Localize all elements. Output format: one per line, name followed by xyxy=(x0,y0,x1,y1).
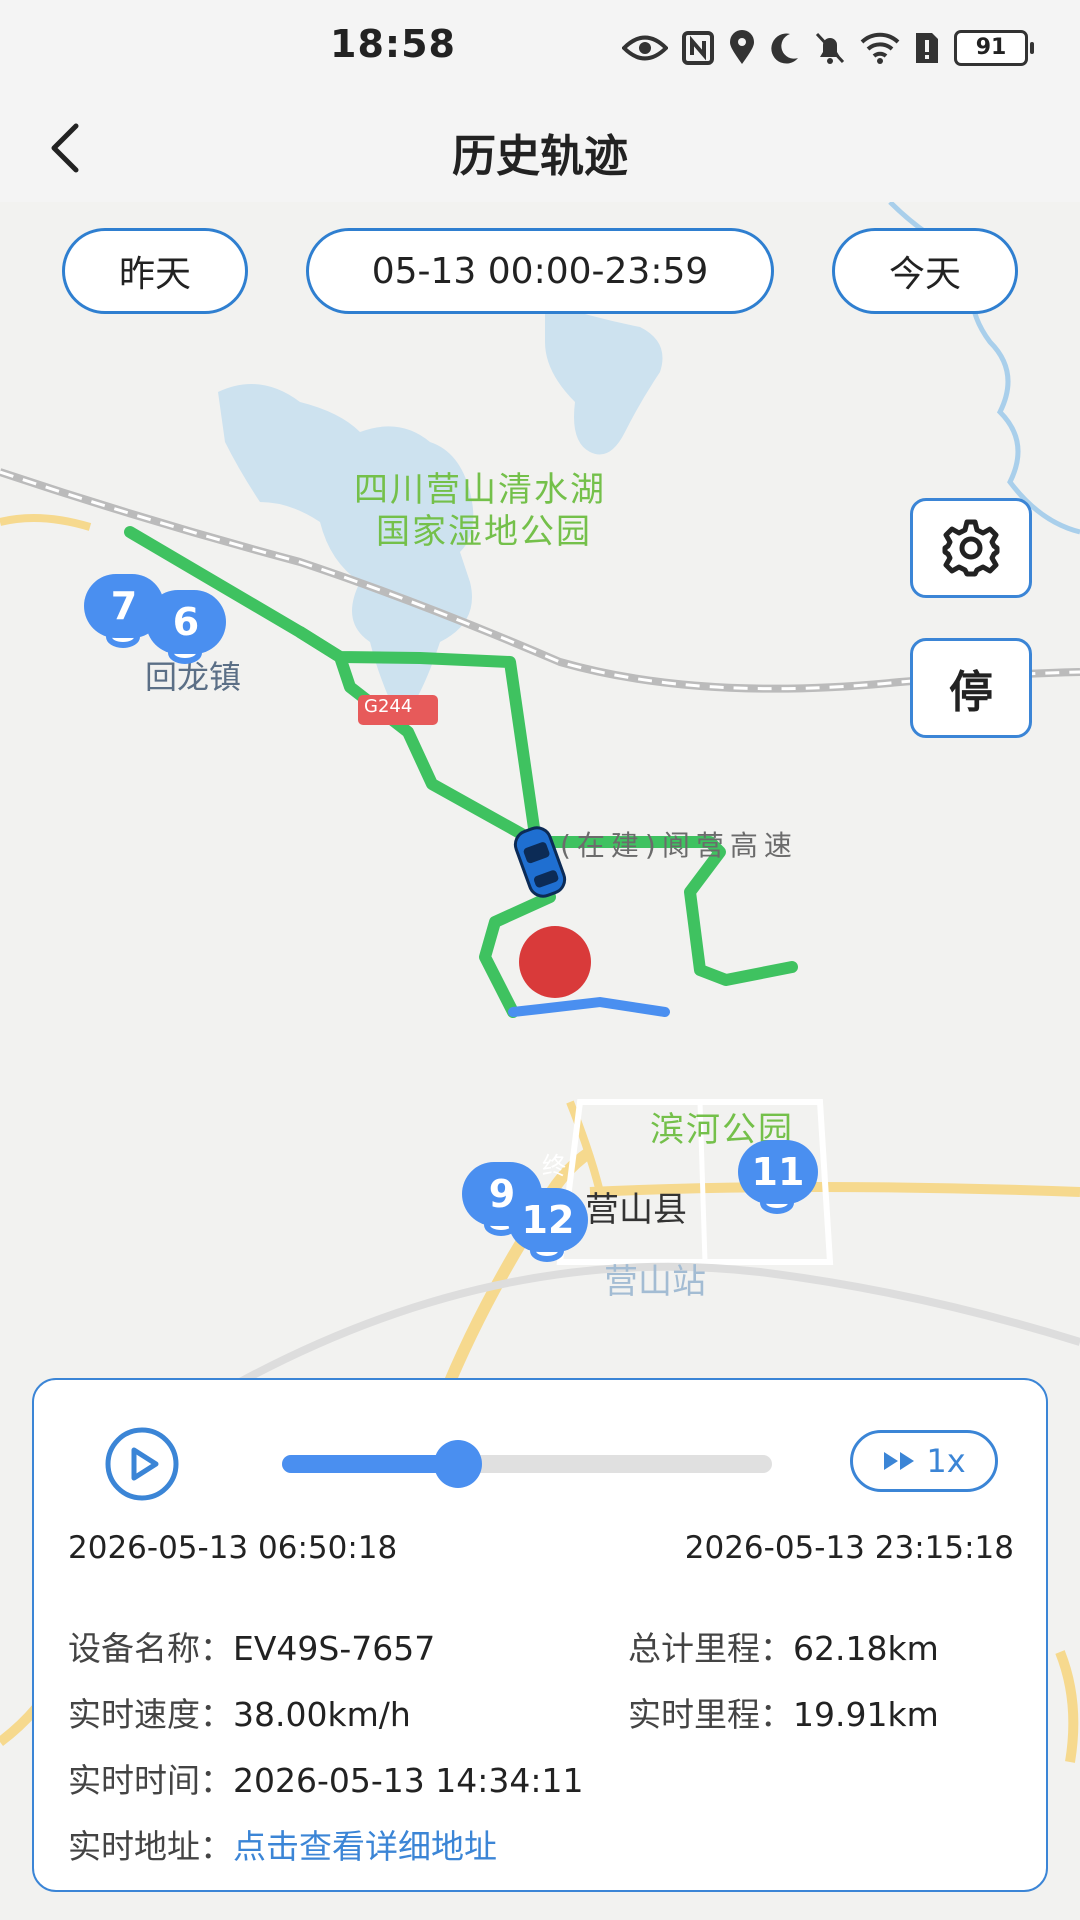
sim-alert-icon xyxy=(916,33,938,63)
end-marker-label: 终 xyxy=(542,1152,566,1180)
realtime-time-key: 实时时间： xyxy=(68,1761,233,1800)
next-day-button[interactable]: 今天 xyxy=(832,228,1018,314)
realtime-speed-value: 38.00km/h xyxy=(233,1695,411,1734)
track-marker-number: 11 xyxy=(738,1140,818,1204)
prev-day-button[interactable]: 昨天 xyxy=(62,228,248,314)
realtime-speed-row: 实时速度：38.00km/h xyxy=(68,1688,411,1736)
battery-indicator: 91 xyxy=(954,30,1034,66)
progress-fill xyxy=(282,1455,459,1473)
status-time: 18:58 xyxy=(330,22,456,66)
settings-button[interactable] xyxy=(910,498,1032,598)
total-mileage-key: 总计里程： xyxy=(628,1629,793,1668)
app-header: 历史轨迹 xyxy=(0,96,1080,202)
speed-label: 1x xyxy=(926,1442,966,1480)
device-name-row: 设备名称：EV49S-7657 xyxy=(68,1622,435,1670)
playback-panel: 1x 2026-05-13 06:50:18 2026-05-13 23:15:… xyxy=(32,1378,1048,1892)
track-marker-number: 6 xyxy=(146,590,226,654)
realtime-address-row: 实时地址：点击查看详细地址 xyxy=(68,1820,497,1868)
device-name-value: EV49S-7657 xyxy=(233,1629,436,1668)
eye-icon xyxy=(622,35,668,61)
realtime-address-key: 实时地址： xyxy=(68,1827,233,1866)
page-title: 历史轨迹 xyxy=(452,131,628,182)
address-detail-link[interactable]: 点击查看详细地址 xyxy=(233,1827,497,1866)
fast-forward-icon xyxy=(884,1452,915,1470)
progress-slider[interactable] xyxy=(282,1440,772,1488)
road-badge: G244 xyxy=(364,696,413,717)
realtime-time-row: 实时时间：2026-05-13 14:34:11 xyxy=(68,1754,583,1802)
realtime-mileage-key: 实时里程： xyxy=(628,1695,793,1734)
track-marker-number: 12 xyxy=(508,1188,588,1252)
realtime-mileage-value: 19.91km xyxy=(793,1695,939,1734)
moon-icon xyxy=(771,33,798,64)
progress-knob[interactable] xyxy=(434,1440,483,1488)
wifi-icon xyxy=(860,32,900,64)
realtime-mileage-row: 实时里程：19.91km xyxy=(628,1688,939,1736)
total-mileage-value: 62.18km xyxy=(793,1629,939,1668)
end-time: 2026-05-13 23:15:18 xyxy=(684,1530,1014,1566)
realtime-speed-key: 实时速度： xyxy=(68,1695,233,1734)
gear-icon xyxy=(942,519,1000,577)
status-icons xyxy=(622,26,940,70)
map-label-wetland-2: 国家湿地公园 xyxy=(376,512,592,552)
track-marker[interactable]: 12 xyxy=(508,1188,588,1268)
map-label-county: 营山县 xyxy=(585,1190,687,1230)
date-range-button[interactable]: 05-13 00:00-23:59 xyxy=(306,228,774,314)
device-name-key: 设备名称： xyxy=(68,1629,233,1668)
bell-off-icon xyxy=(815,32,845,64)
track-marker[interactable]: 6 xyxy=(146,590,226,670)
nfc-icon xyxy=(682,31,714,65)
start-time: 2026-05-13 06:50:18 xyxy=(68,1530,398,1566)
play-icon[interactable] xyxy=(104,1426,180,1502)
map-label-highway: (在建)阆营高速 xyxy=(560,829,798,862)
realtime-time-value: 2026-05-13 14:34:11 xyxy=(233,1761,584,1800)
total-mileage-row: 总计里程：62.18km xyxy=(628,1622,939,1670)
map-label-station: 营山站 xyxy=(604,1262,706,1302)
stop-button[interactable]: 停 xyxy=(910,638,1032,738)
location-icon xyxy=(730,30,754,64)
status-bar: 18:58 91 xyxy=(0,0,1080,96)
speed-button[interactable]: 1x xyxy=(850,1430,998,1492)
track-marker[interactable]: 11 xyxy=(738,1140,818,1220)
